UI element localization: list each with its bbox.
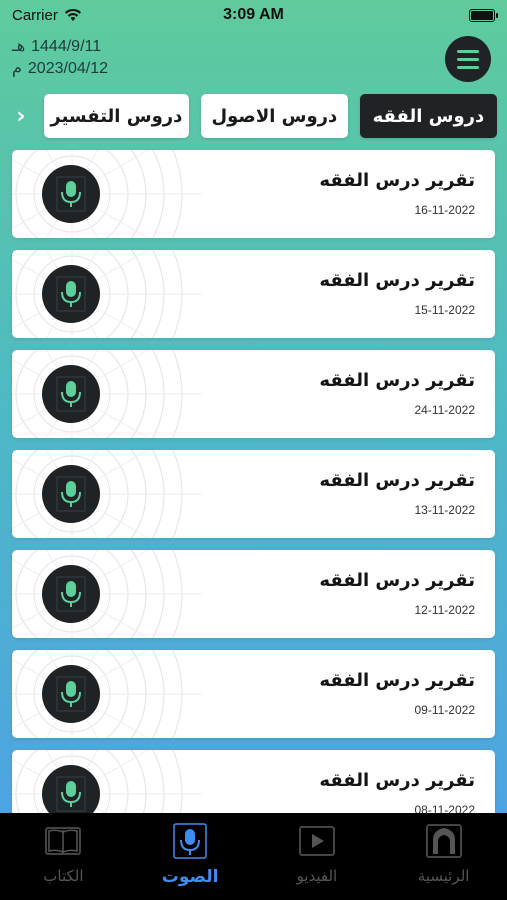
lesson-date: 16-11-2022 xyxy=(414,203,476,217)
chevron-right-icon[interactable]: › xyxy=(10,94,32,138)
status-time: 3:09 AM xyxy=(223,6,284,23)
tabbar-item-home[interactable]: الرئيسية xyxy=(389,821,499,885)
lesson-title: تقرير درس الفقه xyxy=(319,270,475,291)
lesson-date: 13-11-2022 xyxy=(414,503,476,517)
wifi-icon xyxy=(64,8,81,21)
gregorian-date: 2023/04/12 xyxy=(27,60,108,77)
tab-fiqh[interactable]: دروس الفقه xyxy=(359,94,497,138)
lesson-card[interactable]: تقرير درس الفقه 24-11-2022 xyxy=(12,350,495,438)
hamburger-icon-line xyxy=(457,57,479,61)
hijri-date-row: هـ 1444/9/11 xyxy=(12,36,108,58)
play-audio-button[interactable] xyxy=(42,365,100,423)
lesson-date: 09-11-2022 xyxy=(414,703,476,717)
play-audio-button[interactable] xyxy=(42,665,100,723)
lesson-title: تقرير درس الفقه xyxy=(319,570,475,591)
category-tabs: › دروس التفسير دروس الاصول دروس الفقه xyxy=(10,94,497,138)
lesson-title: تقرير درس الفقه xyxy=(319,470,475,491)
tabbar-label-book: الكتاب xyxy=(43,867,84,885)
lesson-date: 24-11-2022 xyxy=(414,403,476,417)
hijri-date: 1444/9/11 xyxy=(31,38,102,55)
lesson-title: تقرير درس الفقه xyxy=(319,170,475,191)
tab-usul[interactable]: دروس الاصول xyxy=(200,94,348,138)
microphone-icon xyxy=(170,821,210,861)
date-block: هـ 1444/9/11 م 2023/04/12 xyxy=(12,36,108,80)
book-icon xyxy=(43,821,83,861)
lessons-list: تقرير درس الفقه 16-11-2022 تقرير درس الفقه… xyxy=(12,150,495,850)
mosque-arch-icon xyxy=(424,821,464,861)
lesson-title: تقرير درس الفقه xyxy=(319,370,475,391)
tabbar-item-video[interactable]: الفيديو xyxy=(262,821,372,885)
video-play-icon xyxy=(297,821,337,861)
status-bar: Carrier 3:09 AM xyxy=(0,0,507,30)
microphone-icon xyxy=(56,176,86,212)
microphone-icon xyxy=(56,576,86,612)
tabbar-item-book[interactable]: الكتاب xyxy=(8,821,118,885)
tab-tafsir[interactable]: دروس التفسير xyxy=(43,94,189,138)
hamburger-icon-line xyxy=(457,49,479,53)
tabbar-label-audio: الصوت xyxy=(161,867,219,887)
gregorian-date-row: م 2023/04/12 xyxy=(12,58,108,80)
hamburger-icon-line xyxy=(457,65,479,69)
play-audio-button[interactable] xyxy=(42,565,100,623)
lesson-card[interactable]: تقرير درس الفقه 09-11-2022 xyxy=(12,650,495,738)
lesson-title: تقرير درس الفقه xyxy=(319,770,475,791)
lesson-date: 12-11-2022 xyxy=(414,603,476,617)
lesson-card[interactable]: تقرير درس الفقه 12-11-2022 xyxy=(12,550,495,638)
microphone-icon xyxy=(56,776,86,812)
tabbar-label-video: الفيديو xyxy=(296,867,338,885)
status-left: Carrier xyxy=(12,7,82,24)
play-audio-button[interactable] xyxy=(42,265,100,323)
lesson-title: تقرير درس الفقه xyxy=(319,670,475,691)
battery-icon xyxy=(469,8,498,22)
lesson-card[interactable]: تقرير درس الفقه 13-11-2022 xyxy=(12,450,495,538)
lesson-card[interactable]: تقرير درس الفقه 15-11-2022 xyxy=(12,250,495,338)
play-audio-button[interactable] xyxy=(42,165,100,223)
microphone-icon xyxy=(56,476,86,512)
hijri-suffix: هـ xyxy=(12,38,26,55)
microphone-icon xyxy=(56,376,86,412)
play-audio-button[interactable] xyxy=(42,465,100,523)
tabbar-label-home: الرئيسية xyxy=(417,867,470,885)
gregorian-suffix: م xyxy=(12,60,22,77)
tabbar-item-audio[interactable]: الصوت xyxy=(135,821,245,887)
carrier-label: Carrier xyxy=(12,6,58,24)
lesson-date: 15-11-2022 xyxy=(414,303,476,317)
microphone-icon xyxy=(56,276,86,312)
menu-button[interactable] xyxy=(445,36,491,82)
microphone-icon xyxy=(56,676,86,712)
bottom-tab-bar: الكتاب الصوت الفيديو الرئيسية xyxy=(0,813,507,900)
lesson-card[interactable]: تقرير درس الفقه 16-11-2022 xyxy=(12,150,495,238)
